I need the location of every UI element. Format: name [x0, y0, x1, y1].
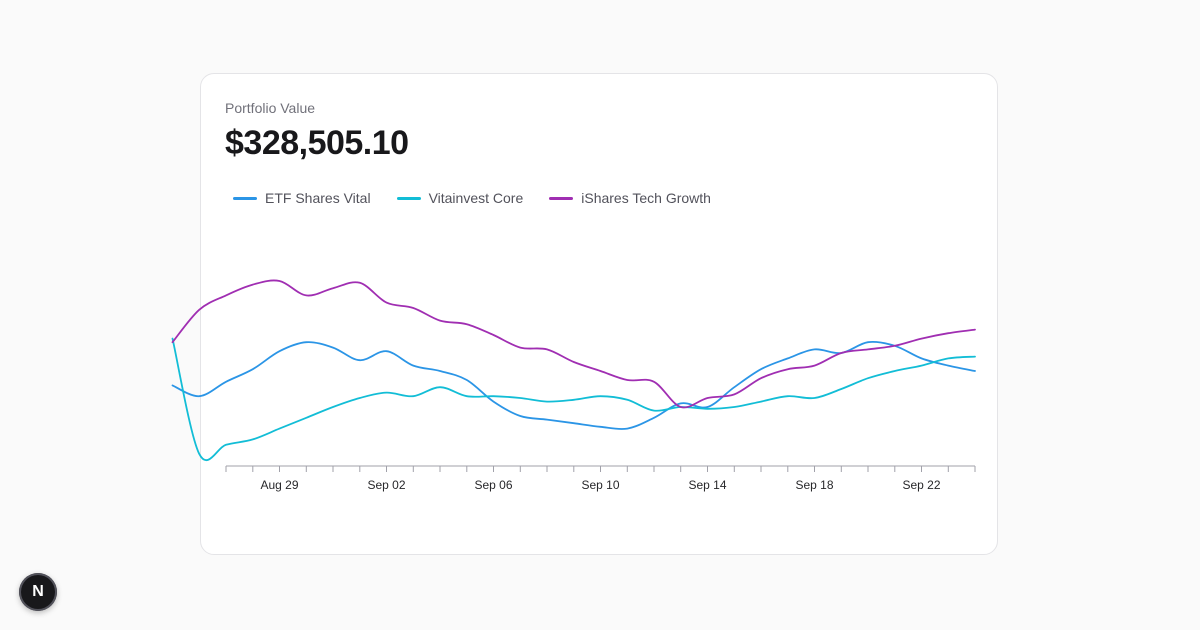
x-tick-label: Sep 18	[795, 478, 833, 492]
series-line-vitainvest-core	[171, 337, 976, 462]
n-logo-icon: N	[32, 583, 44, 600]
x-tick-label: Sep 14	[688, 478, 726, 492]
x-tick-label: Sep 22	[902, 478, 940, 492]
next-logo-button[interactable]: N	[19, 573, 57, 611]
x-tick-label: Aug 29	[260, 478, 298, 492]
series-line-etf-shares-vital	[171, 340, 976, 430]
x-tick-label: Sep 06	[474, 478, 512, 492]
portfolio-card: Portfolio Value $328,505.10 ETF Shares V…	[171, 73, 998, 555]
x-axis: Aug 29 Sep 02 Sep 06 Sep 10 Sep 14 Sep 18 Sep …	[225, 465, 976, 492]
x-tick-label: Sep 10	[581, 478, 619, 492]
series-layer	[171, 279, 976, 462]
x-tick-label: Sep 02	[367, 478, 405, 492]
line-chart: Aug 29 Sep 02 Sep 06 Sep 10 Sep 14 Sep 18 Sep …	[171, 279, 976, 492]
series-line-ishares-tech-growth	[171, 279, 976, 409]
